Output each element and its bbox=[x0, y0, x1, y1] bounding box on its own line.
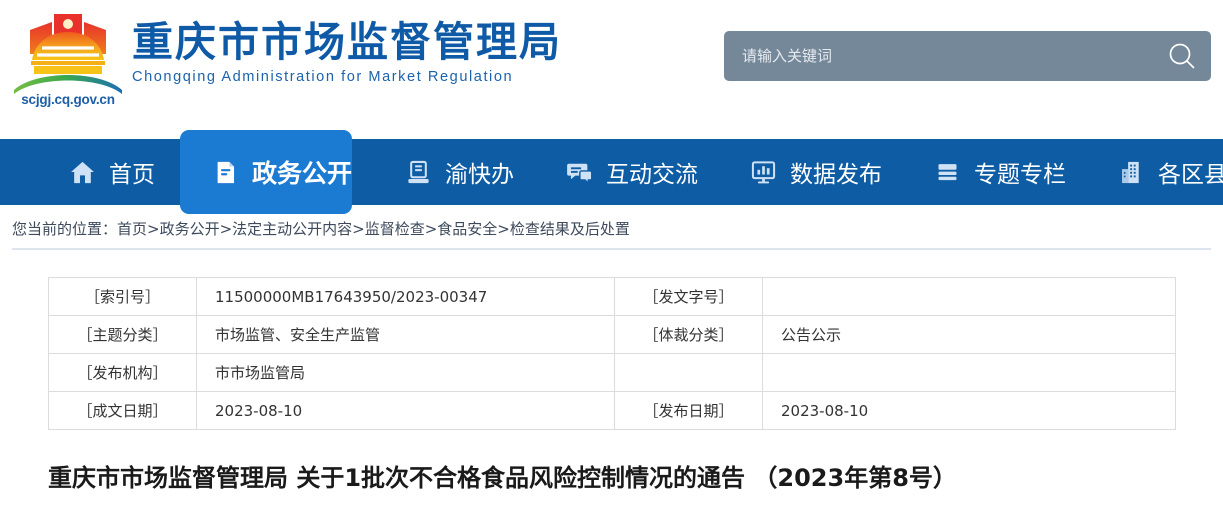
nav-item-home-label: 首页 bbox=[109, 162, 155, 188]
meta-label-empty bbox=[614, 353, 763, 392]
meta-label-index-number: ［索引号］ bbox=[48, 277, 197, 316]
nav-item-district-bureaus[interactable]: 各区县局 bbox=[1101, 139, 1223, 205]
stacked-layers-icon bbox=[934, 159, 961, 186]
nav-item-government-affairs-label: 政务公开 bbox=[252, 159, 353, 188]
logo-wrapper: scjgj.cq.gov.cn bbox=[12, 8, 124, 112]
table-row: ［索引号］ 11500000MB17643950/2023-00347 ［发文字… bbox=[48, 277, 1176, 316]
buildings-icon bbox=[1118, 159, 1145, 186]
search-button[interactable] bbox=[1167, 41, 1197, 71]
nav-item-government-affairs[interactable]: 政务公开 bbox=[190, 139, 374, 205]
table-row: ［成文日期］ 2023-08-10 ［发布日期］ 2023-08-10 bbox=[48, 391, 1176, 430]
document-meta-table-wrapper: ［索引号］ 11500000MB17643950/2023-00347 ［发文字… bbox=[48, 277, 1176, 430]
meta-value-document-number bbox=[762, 277, 1176, 316]
site-title-cn: 重庆市市场监督管理局 bbox=[132, 18, 562, 66]
meta-value-publish-date: 2023-08-10 bbox=[762, 391, 1176, 430]
page-title: 重庆市市场监督管理局 关于1批次不合格食品风险控制情况的通告 （2023年第8号… bbox=[48, 464, 957, 492]
meta-value-genre-category: 公告公示 bbox=[762, 315, 1176, 354]
search-icon bbox=[1169, 43, 1195, 69]
nav-item-data-release-label: 数据发布 bbox=[790, 162, 883, 188]
document-icon bbox=[212, 159, 239, 186]
meta-label-publish-date: ［发布日期］ bbox=[614, 391, 763, 430]
main-navigation: 首页 政务公开 渝快办 互动交流 数据发布 专题专栏 各区县 bbox=[0, 130, 1223, 214]
nav-item-yukuaiban-label: 渝快办 bbox=[445, 162, 515, 188]
site-brand[interactable]: scjgj.cq.gov.cn 重庆市市场监督管理局 Chongqing Adm… bbox=[12, 8, 562, 112]
home-icon bbox=[69, 159, 96, 186]
meta-value-drafting-date: 2023-08-10 bbox=[196, 391, 615, 430]
document-meta-table: ［索引号］ 11500000MB17643950/2023-00347 ［发文字… bbox=[48, 277, 1176, 430]
meta-value-empty bbox=[762, 353, 1176, 392]
meta-label-publishing-agency: ［发布机构］ bbox=[48, 353, 197, 392]
brand-text-block: 重庆市市场监督管理局 Chongqing Administration for … bbox=[132, 18, 562, 85]
table-row: ［发布机构］ 市市场监管局 bbox=[48, 353, 1176, 392]
chongqing-great-hall-emblem-icon bbox=[14, 14, 122, 94]
service-desk-icon bbox=[405, 159, 432, 186]
meta-value-topic-category: 市场监管、安全生产监管 bbox=[196, 315, 615, 354]
meta-label-genre-category: ［体裁分类］ bbox=[614, 315, 763, 354]
logo-domain-text: scjgj.cq.gov.cn bbox=[21, 92, 115, 107]
table-row: ［主题分类］ 市场监管、安全生产监管 ［体裁分类］ 公告公示 bbox=[48, 315, 1176, 354]
nav-item-data-release[interactable]: 数据发布 bbox=[733, 139, 899, 205]
search-input[interactable] bbox=[742, 31, 1142, 81]
nav-item-yukuaiban[interactable]: 渝快办 bbox=[388, 139, 531, 205]
nav-item-special-columns[interactable]: 专题专栏 bbox=[917, 139, 1083, 205]
nav-item-district-bureaus-label: 各区县局 bbox=[1158, 162, 1223, 188]
site-title-en: Chongqing Administration for Market Regu… bbox=[132, 69, 514, 85]
nav-item-interaction[interactable]: 互动交流 bbox=[549, 139, 715, 205]
meta-label-drafting-date: ［成文日期］ bbox=[48, 391, 197, 430]
nav-item-interaction-label: 互动交流 bbox=[606, 162, 699, 188]
site-header: scjgj.cq.gov.cn 重庆市市场监督管理局 Chongqing Adm… bbox=[0, 0, 1223, 139]
meta-label-document-number: ［发文字号］ bbox=[614, 277, 763, 316]
breadcrumb[interactable]: 您当前的位置：首页>政务公开>法定主动公开内容>监督检查>食品安全>检查结果及后… bbox=[12, 218, 630, 239]
nav-item-home[interactable]: 首页 bbox=[52, 139, 172, 205]
nav-item-special-columns-label: 专题专栏 bbox=[974, 162, 1067, 188]
meta-value-publishing-agency: 市市场监管局 bbox=[196, 353, 615, 392]
meta-label-topic-category: ［主题分类］ bbox=[48, 315, 197, 354]
bar-chart-monitor-icon bbox=[750, 159, 777, 186]
meta-value-index-number: 11500000MB17643950/2023-00347 bbox=[196, 277, 615, 316]
chat-bubbles-icon bbox=[566, 159, 593, 186]
breadcrumb-divider bbox=[12, 248, 1211, 250]
search-box[interactable] bbox=[724, 31, 1211, 81]
